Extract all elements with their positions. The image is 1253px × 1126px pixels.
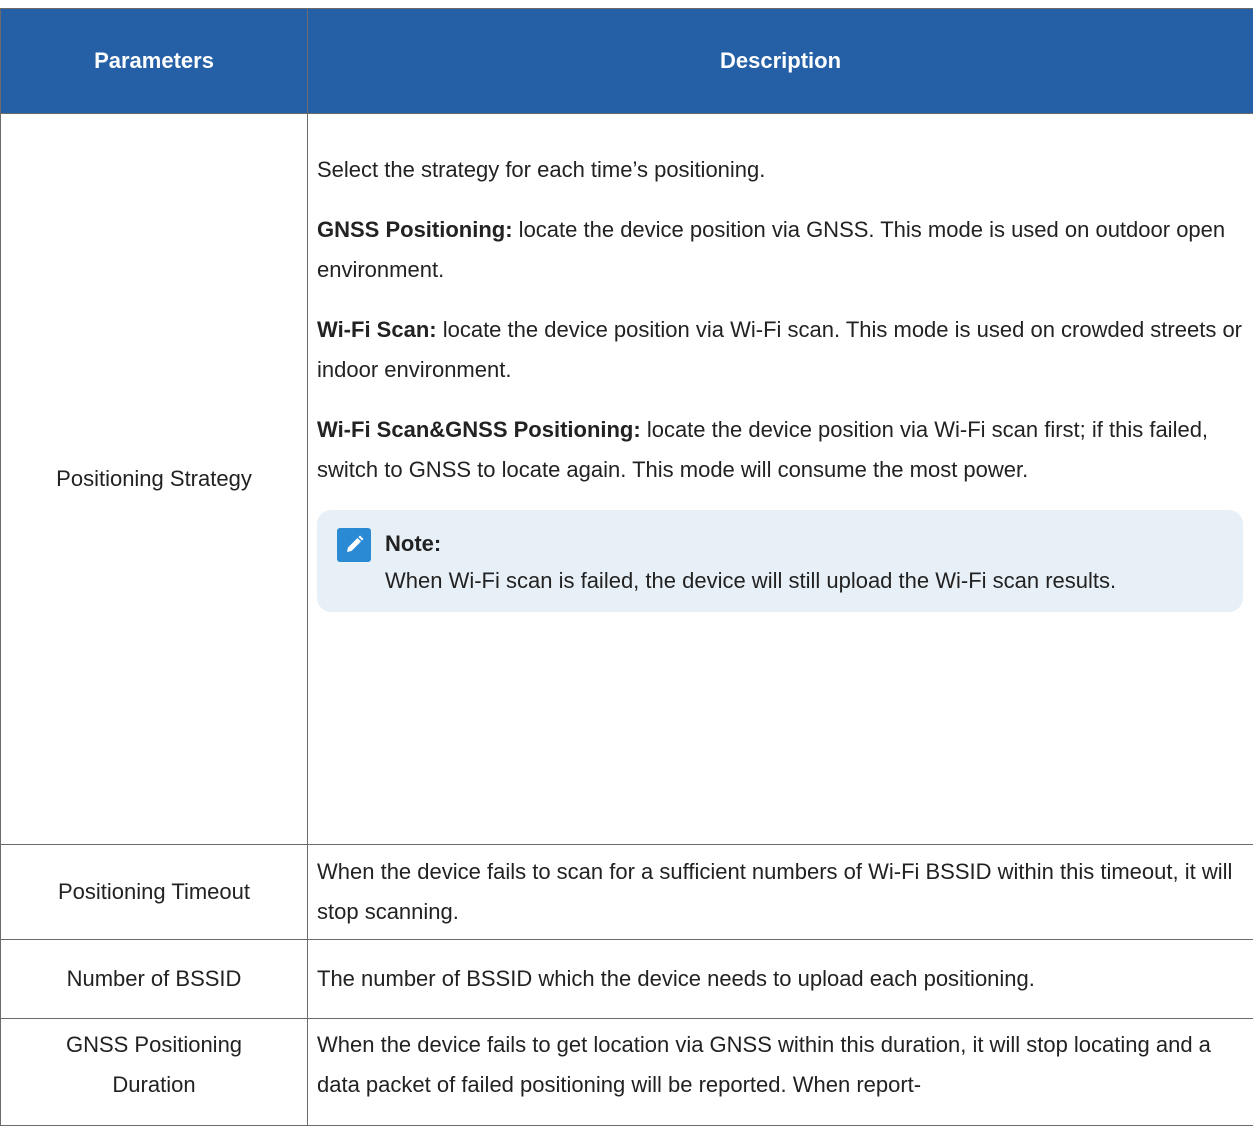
strategy-combo: Wi-Fi Scan&GNSS Positioning: locate the …	[317, 410, 1243, 490]
wifi-label: Wi-Fi Scan:	[317, 317, 437, 342]
strategy-intro: Select the strategy for each time’s posi…	[317, 150, 1243, 190]
parameters-table: Parameters Description Positioning Strat…	[0, 8, 1253, 1126]
header-parameters: Parameters	[1, 9, 308, 114]
desc-gnss-positioning-duration: When the device fails to get location vi…	[308, 1019, 1253, 1126]
strategy-wifi: Wi-Fi Scan: locate the device position v…	[317, 310, 1243, 390]
table-row: Positioning Timeout When the device fail…	[1, 845, 1253, 940]
table-row: GNSS Positioning Duration When the devic…	[1, 1019, 1253, 1126]
wifi-text: locate the device position via Wi-Fi sca…	[317, 317, 1242, 382]
param-positioning-strategy: Positioning Strategy	[1, 114, 308, 845]
param-positioning-timeout: Positioning Timeout	[1, 845, 308, 940]
pencil-icon	[337, 528, 371, 562]
table-row: Positioning Strategy Select the strategy…	[1, 114, 1253, 845]
header-description: Description	[308, 9, 1253, 114]
combo-label: Wi-Fi Scan&GNSS Positioning:	[317, 417, 641, 442]
table-header-row: Parameters Description	[1, 9, 1253, 114]
strategy-gnss: GNSS Positioning: locate the device posi…	[317, 210, 1243, 290]
desc-positioning-strategy: Select the strategy for each time’s posi…	[308, 114, 1253, 845]
desc-positioning-timeout: When the device fails to scan for a suff…	[308, 845, 1253, 940]
note-box: Note: When Wi-Fi scan is failed, the dev…	[317, 510, 1243, 612]
param-number-of-bssid: Number of BSSID	[1, 940, 308, 1019]
note-title: Note:	[385, 526, 1223, 562]
note-text: When Wi-Fi scan is failed, the device wi…	[385, 562, 1223, 600]
table-row: Number of BSSID The number of BSSID whic…	[1, 940, 1253, 1019]
param-gnss-positioning-duration: GNSS Positioning Duration	[1, 1019, 308, 1126]
gnss-label: GNSS Positioning:	[317, 217, 513, 242]
desc-number-of-bssid: The number of BSSID which the device nee…	[308, 940, 1253, 1019]
